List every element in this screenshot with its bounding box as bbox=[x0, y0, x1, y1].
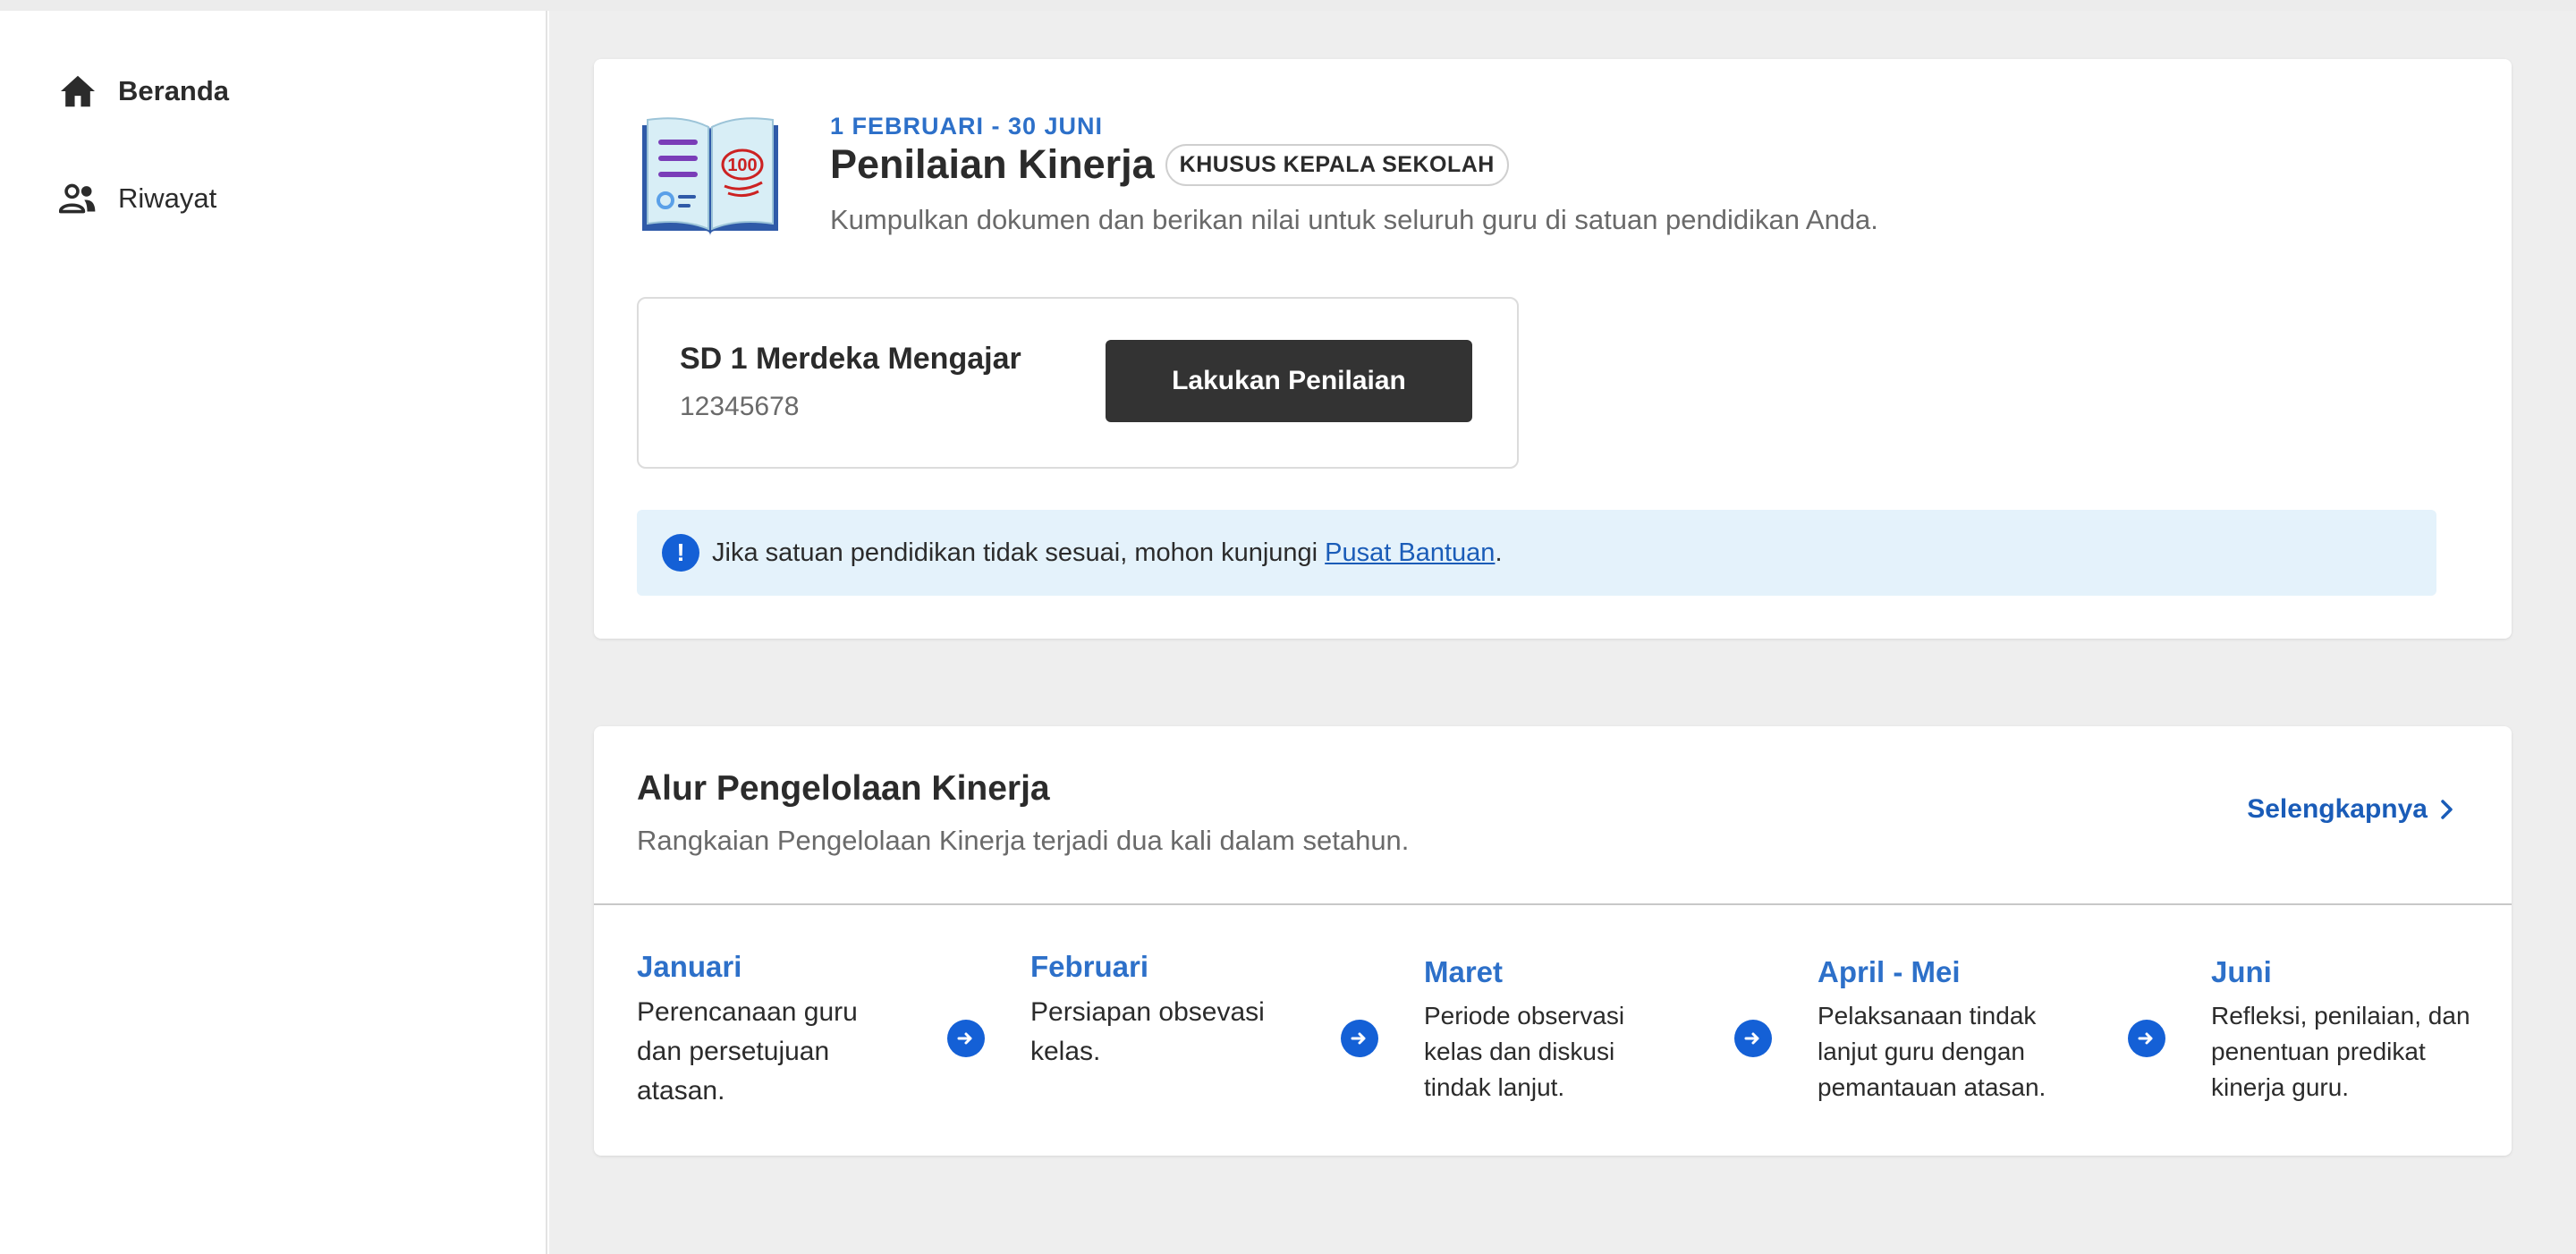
assessment-subtitle: Kumpulkan dokumen dan berikan nilai untu… bbox=[830, 204, 1878, 235]
flow-step-maret: Maret Periode observasi kelas dan diskus… bbox=[1424, 955, 1665, 1106]
assessment-period: 1 FEBRUARI - 30 JUNI bbox=[830, 113, 1104, 140]
arrow-right-icon bbox=[1734, 1020, 1772, 1057]
divider bbox=[594, 903, 2512, 905]
info-text-before: Jika satuan pendidikan tidak sesuai, moh… bbox=[712, 538, 1326, 567]
step-month: Juni bbox=[2211, 955, 2272, 988]
flow-step-februari: Februari Persiapan obsevasi kelas. bbox=[1030, 950, 1272, 1072]
principal-only-badge: KHUSUS KEPALA SEKOLAH bbox=[1165, 143, 1509, 186]
flow-subtitle: Rangkaian Pengelolaan Kinerja terjadi du… bbox=[637, 825, 1410, 856]
step-month: April - Mei bbox=[1818, 955, 1961, 988]
exclamation-icon: ! bbox=[662, 534, 699, 572]
school-card: SD 1 Merdeka Mengajar 12345678 Lakukan P… bbox=[637, 297, 1519, 469]
step-description: Refleksi, penilaian, dan penentuan predi… bbox=[2211, 1002, 2470, 1101]
arrow-right-icon bbox=[1341, 1020, 1378, 1057]
sidebar-item-riwayat[interactable]: Riwayat bbox=[57, 172, 216, 225]
main-content: 100 1 FEBRUARI - 30 JUNI Penilaian Kiner… bbox=[549, 11, 2576, 1254]
sidebar-item-beranda[interactable]: Beranda bbox=[57, 64, 229, 118]
sidebar-item-label: Beranda bbox=[118, 75, 230, 106]
see-more-link[interactable]: Selengkapnya bbox=[2247, 794, 2454, 825]
book-illustration: 100 bbox=[639, 114, 782, 240]
page-title: Penilaian Kinerja bbox=[830, 141, 1155, 187]
start-assessment-button[interactable]: Lakukan Penilaian bbox=[1106, 340, 1472, 422]
home-icon bbox=[57, 71, 98, 112]
flow-step-april-mei: April - Mei Pelaksanaan tindak lanjut gu… bbox=[1818, 955, 2086, 1106]
info-text-after: . bbox=[1495, 538, 1503, 567]
step-month: Maret bbox=[1424, 955, 1504, 988]
arrow-right-icon bbox=[2128, 1020, 2165, 1057]
see-more-label: Selengkapnya bbox=[2247, 794, 2428, 824]
help-center-link[interactable]: Pusat Bantuan bbox=[1325, 538, 1495, 567]
school-name: SD 1 Merdeka Mengajar bbox=[680, 342, 1021, 376]
flow-step-januari: Januari Perencanaan guru dan persetujuan… bbox=[637, 950, 878, 1111]
flow-step-juni: Juni Refleksi, penilaian, dan penentuan … bbox=[2211, 955, 2479, 1106]
sidebar: Beranda Riwayat bbox=[0, 11, 547, 1254]
step-month: Januari bbox=[637, 950, 742, 983]
info-banner: ! Jika satuan pendidikan tidak sesuai, m… bbox=[637, 510, 2436, 596]
score-text: 100 bbox=[727, 156, 757, 175]
flow-title: Alur Pengelolaan Kinerja bbox=[637, 769, 1050, 808]
arrow-right-icon bbox=[947, 1020, 985, 1057]
assessment-card: 100 1 FEBRUARI - 30 JUNI Penilaian Kiner… bbox=[594, 59, 2512, 639]
step-month: Februari bbox=[1030, 950, 1149, 983]
title-row: Penilaian Kinerja KHUSUS KEPALA SEKOLAH bbox=[830, 141, 1509, 188]
step-description: Pelaksanaan tindak lanjut guru dengan pe… bbox=[1818, 1002, 2046, 1101]
sidebar-item-label: Riwayat bbox=[118, 182, 217, 214]
step-description: Perencanaan guru dan persetujuan atasan. bbox=[637, 997, 858, 1106]
info-text: Jika satuan pendidikan tidak sesuai, moh… bbox=[712, 538, 1503, 568]
school-id: 12345678 bbox=[680, 392, 800, 421]
people-icon bbox=[57, 178, 98, 219]
performance-flow-card: Alur Pengelolaan Kinerja Rangkaian Penge… bbox=[594, 726, 2512, 1156]
chevron-right-icon bbox=[2440, 799, 2454, 820]
step-description: Periode observasi kelas dan diskusi tind… bbox=[1424, 1002, 1625, 1101]
top-bar bbox=[0, 0, 2576, 11]
step-description: Persiapan obsevasi kelas. bbox=[1030, 997, 1265, 1066]
